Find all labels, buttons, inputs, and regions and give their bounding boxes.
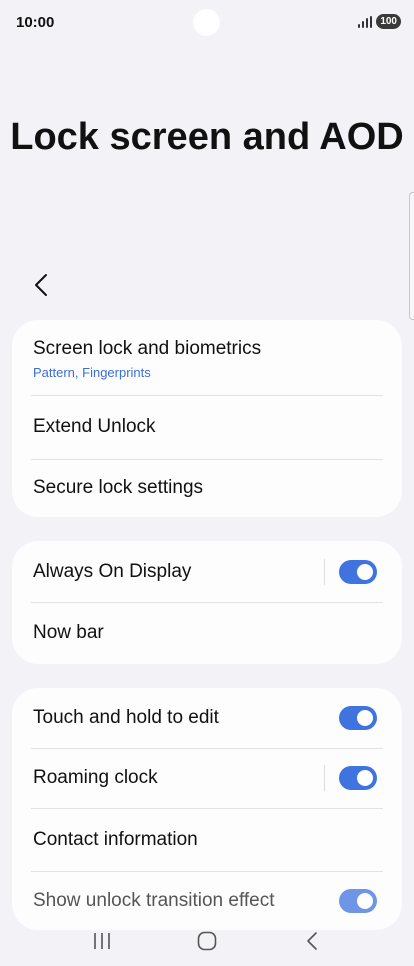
battery-icon: 100 [376, 14, 401, 29]
row-label: Show unlock transition effect [33, 889, 275, 911]
touch-and-hold-to-edit-item[interactable]: Touch and hold to edit [12, 688, 402, 748]
display-card: Always On Display Now bar [12, 541, 402, 664]
touch-and-hold-toggle[interactable] [339, 706, 377, 730]
screen-lock-and-biometrics-item[interactable]: Screen lock and biometrics Pattern, Fing… [12, 320, 402, 395]
back-button[interactable] [28, 270, 54, 300]
contact-information-item[interactable]: Contact information [12, 808, 402, 871]
back-arrow-icon [35, 274, 47, 296]
row-label: Screen lock and biometrics [33, 337, 262, 359]
extend-unlock-item[interactable]: Extend Unlock [12, 395, 402, 459]
secure-lock-settings-item[interactable]: Secure lock settings [12, 459, 402, 517]
edge-panel-handle[interactable] [409, 192, 414, 320]
page-title: Lock screen and AOD [10, 116, 404, 158]
status-time: 10:00 [16, 14, 55, 31]
status-bar: 10:00 100 [0, 0, 414, 44]
row-sublabel: Pattern, Fingerprints [33, 364, 151, 380]
nav-back-button[interactable] [292, 921, 332, 961]
roaming-clock-item[interactable]: Roaming clock [12, 748, 402, 808]
now-bar-item[interactable]: Now bar [12, 602, 402, 664]
recents-icon [94, 933, 111, 949]
unlock-transition-toggle[interactable] [339, 888, 377, 913]
row-label: Touch and hold to edit [33, 707, 219, 728]
security-card: Screen lock and biometrics Pattern, Fing… [12, 320, 402, 517]
recents-button[interactable] [82, 921, 122, 961]
always-on-display-item[interactable]: Always On Display [12, 541, 402, 602]
camera-cutout [193, 9, 220, 36]
vertical-divider [324, 558, 325, 585]
options-card: Touch and hold to edit Roaming clock Con… [12, 688, 402, 930]
row-label: Extend Unlock [33, 416, 156, 437]
home-icon [197, 931, 217, 951]
signal-icon [358, 15, 373, 28]
status-icons: 100 [358, 14, 401, 29]
row-label: Secure lock settings [33, 477, 204, 498]
row-label: Now bar [33, 622, 104, 643]
home-button[interactable] [187, 921, 227, 961]
roaming-clock-toggle[interactable] [339, 766, 377, 790]
back-icon [306, 932, 317, 950]
vertical-divider [324, 765, 325, 791]
navigation-bar [0, 916, 414, 966]
row-label: Always On Display [33, 560, 192, 582]
always-on-display-toggle[interactable] [339, 559, 377, 584]
row-label: Contact information [33, 828, 198, 850]
row-label: Roaming clock [33, 767, 158, 788]
